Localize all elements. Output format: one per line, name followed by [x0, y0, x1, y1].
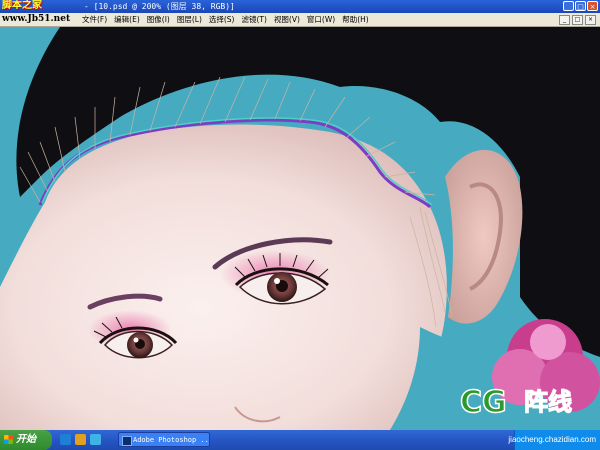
- doc-maximize-icon[interactable]: □: [572, 15, 583, 25]
- photoshop-task-icon: [122, 436, 132, 446]
- close-icon[interactable]: ×: [587, 1, 598, 11]
- minimize-icon[interactable]: _: [563, 1, 574, 11]
- document-controls: _ □ ×: [559, 15, 596, 25]
- window-title: - [10.psd @ 200% (图层 38, RGB)]: [84, 2, 235, 11]
- menu-help[interactable]: 帮助(H): [342, 13, 369, 26]
- menu-bar: www.Jb51.net 文件(F) 编辑(E) 图像(I) 图层(L) 选择(…: [0, 13, 600, 27]
- start-button[interactable]: 开始: [0, 430, 52, 450]
- window-controls: _ □ ×: [563, 1, 598, 11]
- site-watermark: 脚本之家: [2, 0, 42, 11]
- taskbar: 开始 Adobe Photoshop ... jiaocheng.chazidi…: [0, 430, 600, 450]
- menu-items: 文件(F) 编辑(E) 图像(I) 图层(L) 选择(S) 滤镜(T) 视图(V…: [82, 13, 369, 26]
- browser-icon[interactable]: [90, 434, 101, 445]
- maximize-icon[interactable]: □: [575, 1, 586, 11]
- doc-close-icon[interactable]: ×: [585, 15, 596, 25]
- start-label: 开始: [16, 434, 36, 445]
- explorer-icon[interactable]: [75, 434, 86, 445]
- watermark-url: jiaocheng.chazidian.com: [508, 435, 596, 444]
- menu-window[interactable]: 窗口(W): [307, 13, 335, 26]
- menu-layer[interactable]: 图层(L): [177, 13, 202, 26]
- taskbar-item-photoshop[interactable]: Adobe Photoshop ...: [118, 432, 210, 447]
- title-bar: 脚本之家 - [10.psd @ 200% (图层 38, RGB)] _ □ …: [0, 0, 600, 13]
- logo-brand: 阵线: [524, 387, 572, 416]
- logo-cg: CG: [460, 385, 507, 420]
- document-canvas[interactable]: CG 阵线: [0, 27, 600, 430]
- quick-launch: [60, 434, 101, 445]
- menu-image[interactable]: 图像(I): [147, 13, 170, 26]
- menu-view[interactable]: 视图(V): [274, 13, 300, 26]
- site-url-watermark: www.Jb51.net: [2, 14, 71, 24]
- menu-filter[interactable]: 滤镜(T): [242, 13, 267, 26]
- menu-file[interactable]: 文件(F): [82, 13, 107, 26]
- menu-edit[interactable]: 编辑(E): [114, 13, 140, 26]
- artwork: [0, 27, 600, 430]
- windows-flag-icon: [4, 435, 13, 444]
- system-tray: jiaocheng.chazidian.com: [508, 430, 600, 450]
- doc-minimize-icon[interactable]: _: [559, 15, 570, 25]
- taskbar-item-label: Adobe Photoshop ...: [133, 436, 210, 444]
- menu-select[interactable]: 选择(S): [209, 13, 235, 26]
- desktop-icon[interactable]: [60, 434, 71, 445]
- cg-logo: CG 阵线: [459, 384, 572, 421]
